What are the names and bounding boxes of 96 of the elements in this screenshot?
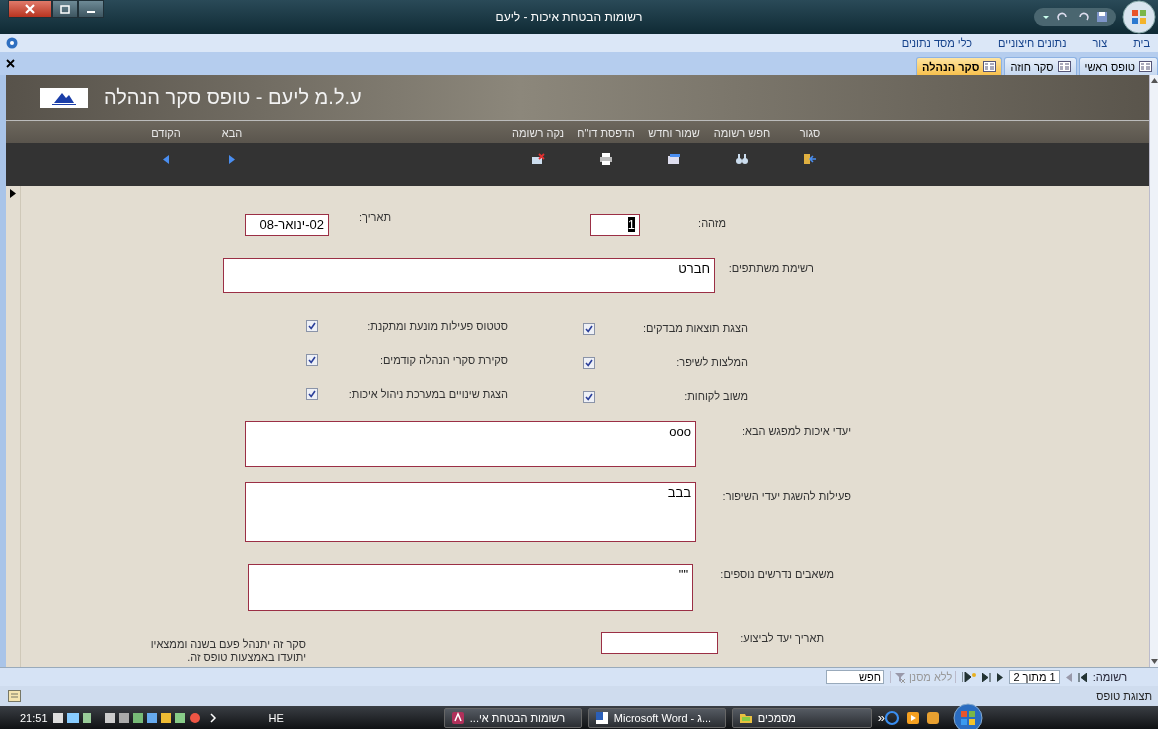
restore-icon	[60, 4, 70, 14]
memo-field[interactable]: בבב	[245, 482, 696, 542]
checkmark-icon	[307, 355, 317, 365]
ribbon-tab[interactable]: נתונים חיצוניים	[998, 37, 1067, 49]
nav-button[interactable]: הקודם	[144, 121, 188, 186]
checkmark-icon	[307, 321, 317, 331]
exit-door-icon	[803, 153, 817, 165]
checkmark-icon	[307, 389, 317, 399]
checkbox[interactable]	[306, 320, 318, 332]
clock[interactable]: 21:51	[20, 711, 48, 724]
form-icon	[983, 61, 997, 72]
record-label: רשומה:	[1092, 671, 1128, 683]
left-triangle-icon	[163, 154, 169, 164]
close-icon	[25, 4, 35, 14]
scroll-up-icon[interactable]	[1150, 77, 1158, 83]
note-text: סקר זה יתנהל פעם בשנה וממצאיו יתועדו באמצעות טופס זה.	[149, 638, 306, 662]
ribbon-tab[interactable]: צור	[1092, 37, 1108, 49]
memo-field[interactable]: ""	[248, 564, 693, 611]
form-icon	[1057, 61, 1071, 72]
checkbox[interactable]	[306, 388, 318, 400]
form-icon	[1139, 61, 1152, 72]
mountain-logo-icon	[40, 87, 88, 108]
participants-field[interactable]: חברט	[223, 258, 715, 293]
first-record-icon[interactable]	[1077, 672, 1087, 682]
id-label: מזהה:	[697, 217, 726, 231]
document-icon	[594, 710, 609, 725]
date-label: תאריך:	[358, 211, 391, 225]
checkmark-icon	[584, 358, 594, 368]
save-icon	[667, 153, 681, 165]
participants-label: רשימת משתתפים:	[727, 262, 814, 276]
search-field[interactable]: חפש	[826, 670, 884, 684]
nav-button[interactable]: הבא	[210, 121, 254, 186]
overflow-chevron[interactable]: »	[877, 710, 886, 725]
save-icon[interactable]	[1096, 11, 1108, 23]
help-icon[interactable]	[6, 37, 18, 49]
due-date-label: תאריך יעד לביצוע:	[739, 632, 824, 646]
office-button[interactable]	[1122, 0, 1156, 34]
redo-icon[interactable]	[1056, 11, 1070, 23]
window-title: רשומות הבטחת איכות - ליעם	[494, 10, 644, 24]
record-position-field[interactable]: 1 מתוך 2	[1009, 670, 1060, 684]
minimize-button[interactable]	[78, 0, 104, 18]
memo-label: יעדי איכות למפגש הבא:	[741, 425, 851, 439]
checkbox-label: הצגת שינויים במערכת ניהול איכות:	[347, 388, 508, 400]
checkbox-label: הצגת תוצאות מבדקים:	[641, 322, 748, 334]
checkbox[interactable]	[583, 391, 595, 403]
printer-icon	[599, 153, 613, 165]
close-button[interactable]	[8, 0, 52, 18]
minimize-icon	[87, 11, 95, 13]
checkmark-icon	[584, 392, 594, 402]
id-field[interactable]: 1	[590, 214, 640, 236]
memo-label: פעילות להשגת יעדי השיפור:	[721, 490, 851, 504]
toolbar-button[interactable]: חפש רשומה	[710, 121, 774, 186]
date-field[interactable]: 02-ינואר-08	[245, 214, 329, 236]
due-date-field[interactable]	[601, 632, 718, 654]
next-record-icon[interactable]	[997, 672, 1004, 682]
checkbox-label: משוב לקוחות:	[683, 390, 748, 402]
toolbar-button[interactable]: הדפסת דו"ח	[574, 121, 638, 186]
checkbox-label: סקירת סקרי הנהלה קודמים:	[379, 354, 508, 366]
new-record-icon[interactable]	[962, 672, 977, 682]
form-title: ע.ל.מ ליעם - טופס סקר הנהלה	[104, 86, 362, 109]
language-indicator[interactable]: HE	[268, 711, 284, 724]
app-icon	[450, 710, 465, 725]
toolbar-button[interactable]: שמור וחדש	[642, 121, 706, 186]
checkbox[interactable]	[306, 354, 318, 366]
current-record-icon	[10, 189, 16, 198]
memo-field[interactable]: ooo	[245, 421, 696, 467]
memo-label: משאבים נדרשים נוספים:	[719, 568, 834, 582]
document-tab[interactable]: טופס ראשי	[1078, 57, 1158, 75]
checkbox-label: סטטוס פעילות מונעת ומתקנת:	[366, 320, 508, 332]
delete-record-icon	[531, 153, 545, 165]
taskbar-button[interactable]: Microsoft Word - ג...	[587, 707, 726, 728]
dropdown-icon[interactable]	[1042, 13, 1050, 21]
toolbar-button[interactable]: נקה רשומה	[506, 121, 570, 186]
binoculars-icon	[735, 153, 749, 165]
ribbon-tab[interactable]: בית	[1133, 37, 1150, 49]
checkbox-label: המלצות לשיפר:	[675, 356, 748, 368]
ribbon-tab[interactable]: כלי מסד נתונים	[901, 37, 973, 49]
taskbar-button[interactable]: רשומות הבטחת אי...	[443, 707, 582, 728]
restore-button[interactable]	[52, 0, 78, 18]
right-triangle-icon	[229, 154, 235, 164]
toolbar-button[interactable]: סגור	[778, 121, 842, 186]
undo-icon[interactable]	[1076, 11, 1090, 23]
scroll-down-icon[interactable]	[1150, 659, 1158, 665]
last-record-icon[interactable]	[982, 672, 992, 682]
filter-icon	[894, 671, 906, 683]
start-button[interactable]	[951, 702, 986, 729]
checkbox[interactable]	[583, 323, 595, 335]
form-view-icon[interactable]	[8, 690, 21, 702]
checkmark-icon	[584, 324, 594, 334]
document-tab[interactable]: סקר חוזה	[1004, 57, 1077, 75]
vertical-scrollbar[interactable]	[1149, 75, 1158, 667]
close-icon[interactable]	[6, 59, 15, 68]
status-text: תצוגת טופס	[1096, 690, 1152, 702]
taskbar-button[interactable]: מסמכים	[731, 707, 872, 728]
document-tab[interactable]: סקר הנהלה	[916, 57, 1003, 75]
checkbox[interactable]	[583, 357, 595, 369]
